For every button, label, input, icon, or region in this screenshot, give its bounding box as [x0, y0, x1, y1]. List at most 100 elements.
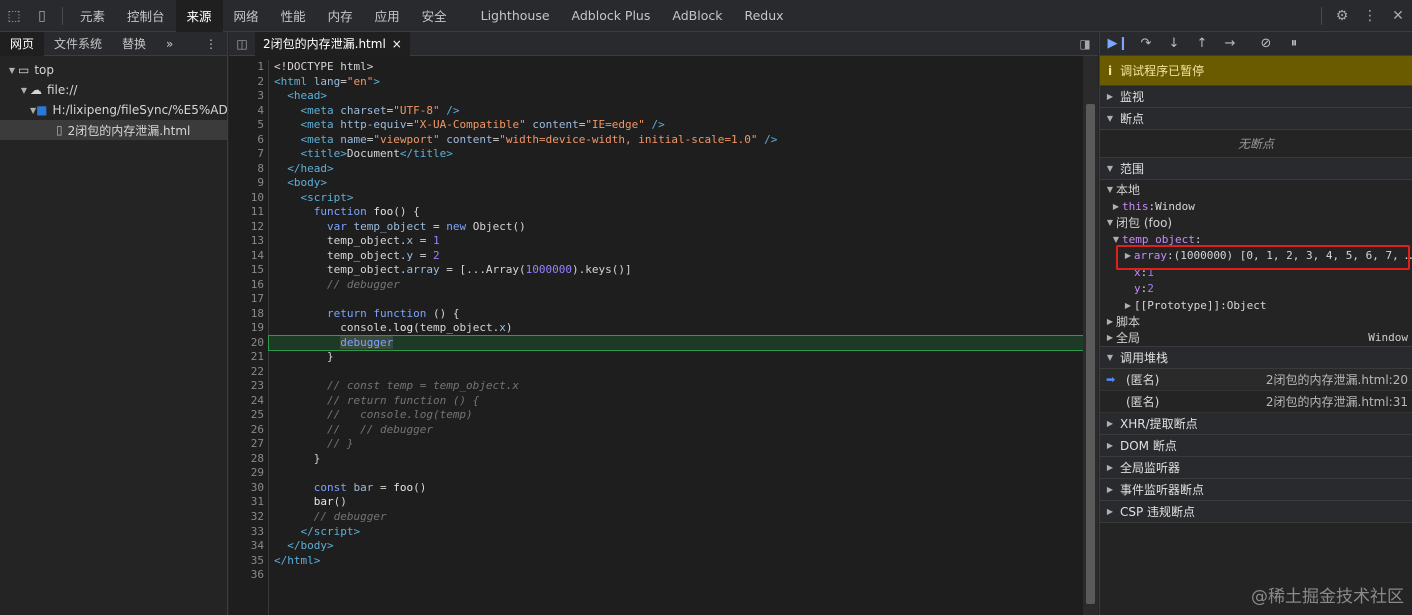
scope-array[interactable]: ▶ array: (1000000) [0, 1, 2, 3, 4, 5, 6, …: [1100, 248, 1412, 265]
nav-tab-filesystem[interactable]: 文件系统: [44, 32, 112, 56]
call-frame[interactable]: ➡ (匿名) 2闭包的内存泄漏.html:20: [1100, 369, 1412, 391]
line-number[interactable]: 36: [229, 568, 268, 583]
scope-local[interactable]: ▼ 本地: [1100, 182, 1412, 199]
step-over-icon[interactable]: ↷: [1132, 36, 1160, 51]
section-xhr-breakpoints[interactable]: ▶ XHR/提取断点: [1100, 413, 1412, 435]
line-number[interactable]: 13: [229, 234, 268, 249]
toggle-debugger-icon[interactable]: ◨: [1072, 32, 1098, 56]
section-breakpoints[interactable]: ▼ 断点: [1100, 108, 1412, 130]
tree-item-origin[interactable]: ▼ ☁ file://: [0, 80, 227, 100]
line-number[interactable]: 17: [229, 292, 268, 307]
nav-tab-overrides[interactable]: 替换: [112, 32, 156, 56]
section-event-listener-breakpoints[interactable]: ▶ 事件监听器断点: [1100, 479, 1412, 501]
close-tab-icon[interactable]: ×: [392, 37, 402, 51]
tab-adblock[interactable]: AdBlock: [661, 0, 733, 32]
section-global-listeners[interactable]: ▶ 全局监听器: [1100, 457, 1412, 479]
line-number[interactable]: 19: [229, 321, 268, 336]
tab-performance[interactable]: 性能: [270, 0, 317, 32]
line-number[interactable]: 22: [229, 365, 268, 380]
line-number[interactable]: 2: [229, 75, 268, 90]
more-options-icon[interactable]: ⋮: [195, 32, 227, 56]
scope-closure[interactable]: ▼ 闭包 (foo): [1100, 215, 1412, 232]
line-number[interactable]: 14: [229, 249, 268, 264]
line-number[interactable]: 26: [229, 423, 268, 438]
tab-memory[interactable]: 内存: [317, 0, 364, 32]
line-number-gutter[interactable]: 1 2 3 4 5 6 7 8 9 10 11 12 13 14 15 16 17 18 19 20 21 22 23 24 2…: [229, 60, 269, 615]
tab-elements[interactable]: 元素: [69, 0, 116, 32]
more-options-icon[interactable]: ⋮: [1356, 0, 1384, 32]
inspect-element-icon[interactable]: ⬚: [0, 0, 28, 32]
line-number[interactable]: 33: [229, 525, 268, 540]
close-icon[interactable]: ✕: [1384, 0, 1412, 32]
tree-item-top[interactable]: ▼ ▭ top: [0, 60, 227, 80]
line-number[interactable]: 4: [229, 104, 268, 119]
deactivate-breakpoints-icon[interactable]: ⊘: [1252, 36, 1280, 51]
scope-x[interactable]: x: 1: [1100, 265, 1412, 282]
tab-adblock-plus[interactable]: Adblock Plus: [561, 0, 662, 32]
line-number[interactable]: 6: [229, 133, 268, 148]
scope-prototype[interactable]: ▶ [[Prototype]]: Object: [1100, 298, 1412, 315]
scrollbar-thumb[interactable]: [1086, 104, 1095, 604]
line-number[interactable]: 5: [229, 118, 268, 133]
line-number[interactable]: 12: [229, 220, 268, 235]
code-area[interactable]: 1 2 3 4 5 6 7 8 9 10 11 12 13 14 15 16 17 18 19 20 21 22 23 24 2…: [229, 56, 1098, 615]
line-number[interactable]: 28: [229, 452, 268, 467]
line-number[interactable]: 11: [229, 205, 268, 220]
line-number[interactable]: 9: [229, 176, 268, 191]
pause-on-exceptions-icon[interactable]: ⏸: [1280, 36, 1308, 51]
line-number[interactable]: 20: [229, 336, 268, 351]
step-icon[interactable]: →: [1216, 36, 1244, 51]
scope-global[interactable]: ▶ 全局 Window: [1100, 331, 1412, 347]
tab-application[interactable]: 应用: [364, 0, 411, 32]
line-number[interactable]: 10: [229, 191, 268, 206]
line-number[interactable]: 29: [229, 466, 268, 481]
tab-lighthouse[interactable]: Lighthouse: [470, 0, 561, 32]
tree-item-file[interactable]: ▯ 2闭包的内存泄漏.html: [0, 120, 227, 140]
section-call-stack[interactable]: ▼ 调用堆栈: [1100, 347, 1412, 369]
line-number[interactable]: 8: [229, 162, 268, 177]
line-number[interactable]: 34: [229, 539, 268, 554]
line-number[interactable]: 16: [229, 278, 268, 293]
line-number[interactable]: 23: [229, 379, 268, 394]
line-number[interactable]: 18: [229, 307, 268, 322]
device-toolbar-icon[interactable]: ▯: [28, 0, 56, 32]
line-number[interactable]: 24: [229, 394, 268, 409]
section-watch[interactable]: ▶ 监视: [1100, 86, 1412, 108]
code-lines[interactable]: <!DOCTYPE html> <html lang="en"> <head> …: [268, 60, 1085, 583]
line-number[interactable]: 30: [229, 481, 268, 496]
vertical-scrollbar[interactable]: [1083, 56, 1098, 615]
line-number[interactable]: 1: [229, 60, 268, 75]
line-number[interactable]: 31: [229, 495, 268, 510]
line-number[interactable]: 32: [229, 510, 268, 525]
tab-redux[interactable]: Redux: [733, 0, 794, 32]
tree-item-folder[interactable]: ▼ ■ H:/lixipeng/fileSync/%E5%AD%: [0, 100, 227, 120]
scope-this[interactable]: ▶ this: Window: [1100, 199, 1412, 216]
line-number[interactable]: 35: [229, 554, 268, 569]
section-csp-breakpoints[interactable]: ▶ CSP 违规断点: [1100, 501, 1412, 523]
tab-network[interactable]: 网络: [223, 0, 270, 32]
nav-more-tabs[interactable]: »: [156, 32, 183, 56]
step-out-icon[interactable]: ↑: [1188, 36, 1216, 51]
line-number[interactable]: 7: [229, 147, 268, 162]
tab-sources[interactable]: 来源: [175, 0, 223, 32]
scope-temp-object[interactable]: ▼ temp_object:: [1100, 232, 1412, 249]
toggle-navigator-icon[interactable]: ◫: [229, 32, 255, 56]
nav-tab-page[interactable]: 网页: [0, 31, 45, 56]
editor-file-tab[interactable]: 2闭包的内存泄漏.html ×: [255, 31, 410, 56]
section-scope[interactable]: ▼ 范围: [1100, 158, 1412, 180]
expand-arrow-icon[interactable]: ▼: [6, 66, 18, 75]
line-number[interactable]: 25: [229, 408, 268, 423]
line-number[interactable]: 3: [229, 89, 268, 104]
resume-icon[interactable]: ▶❙: [1104, 36, 1132, 51]
call-frame[interactable]: (匿名) 2闭包的内存泄漏.html:31: [1100, 391, 1412, 413]
call-frame-location[interactable]: 2闭包的内存泄漏.html:20: [1266, 371, 1408, 388]
scope-y[interactable]: y: 2: [1100, 281, 1412, 298]
scope-script[interactable]: ▶ 脚本: [1100, 314, 1412, 331]
call-frame-location[interactable]: 2闭包的内存泄漏.html:31: [1266, 393, 1408, 410]
tab-security[interactable]: 安全: [411, 0, 458, 32]
line-number[interactable]: 27: [229, 437, 268, 452]
line-number[interactable]: 21: [229, 350, 268, 365]
gear-icon[interactable]: ⚙: [1328, 0, 1356, 32]
tab-console[interactable]: 控制台: [116, 0, 176, 32]
section-dom-breakpoints[interactable]: ▶ DOM 断点: [1100, 435, 1412, 457]
